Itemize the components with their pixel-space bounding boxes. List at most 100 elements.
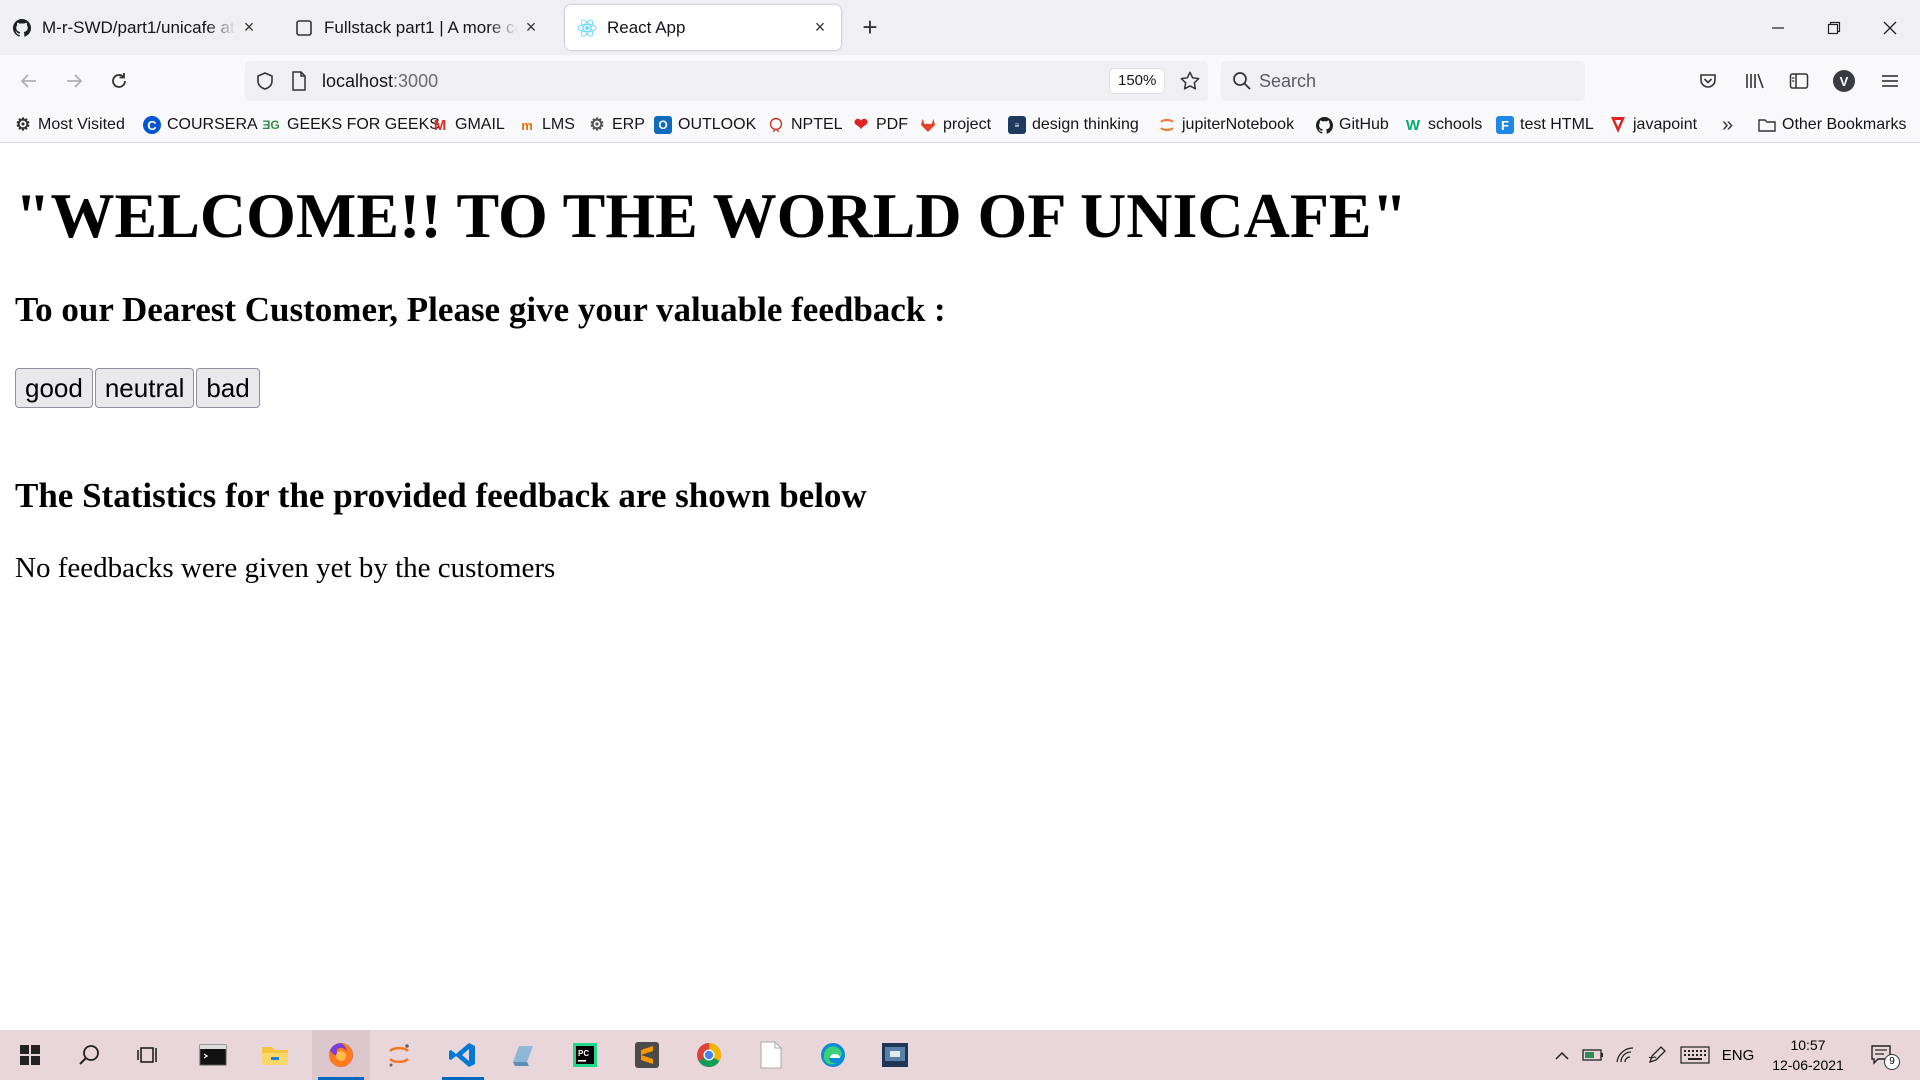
html-test-icon: F <box>1496 116 1514 134</box>
menu-icon[interactable] <box>1872 63 1908 99</box>
new-tab-button[interactable]: + <box>854 12 886 44</box>
tab-strip: M-r-SWD/part1/unicafe at main × Fullstac… <box>0 0 1920 55</box>
page-icon <box>294 18 314 38</box>
tab-label: Fullstack part1 | A more complex state <box>324 17 518 37</box>
bookmark-label: OUTLOOK <box>678 116 757 133</box>
bookmark-test-html[interactable]: F test HTML <box>1496 113 1594 137</box>
jupyter-icon <box>1158 116 1176 134</box>
tab-github[interactable]: M-r-SWD/part1/unicafe at main × <box>0 5 270 50</box>
tab-react-app[interactable]: React App × <box>565 5 841 50</box>
close-tab-icon[interactable]: × <box>522 17 540 38</box>
github-icon <box>12 18 32 38</box>
bookmark-label: NPTEL <box>791 116 843 133</box>
bookmark-javapoint[interactable]: javapoint <box>1609 113 1697 137</box>
bookmark-label: test HTML <box>1520 116 1594 133</box>
vscode-icon[interactable] <box>436 1030 490 1080</box>
bookmark-label: javapoint <box>1633 116 1698 133</box>
coursera-icon: C <box>143 116 161 134</box>
avatar-initial: V <box>1833 70 1855 92</box>
bookmark-design-thinking[interactable]: ≡ design thinking <box>1008 113 1139 137</box>
start-icon[interactable] <box>5 1030 55 1080</box>
bookmarks-overflow-button[interactable]: » <box>1722 113 1733 137</box>
pen-icon[interactable] <box>1644 1030 1670 1080</box>
bookmark-nptel[interactable]: NPTEL <box>767 113 843 137</box>
search-icon[interactable] <box>65 1030 115 1080</box>
bookmark-project[interactable]: project <box>919 113 991 137</box>
back-button[interactable] <box>11 63 47 99</box>
app-icon[interactable] <box>870 1030 920 1080</box>
app-icon[interactable] <box>498 1030 548 1080</box>
tab-fullstack[interactable]: Fullstack part1 | A more complex state × <box>282 5 552 50</box>
edge-icon[interactable] <box>808 1030 858 1080</box>
url-text[interactable]: localhost:3000 <box>322 71 438 92</box>
lms-icon: m <box>521 117 533 133</box>
bookmark-label: Most Visited <box>38 116 125 133</box>
language-indicator[interactable]: ENG <box>1718 1030 1758 1080</box>
statistics-heading: The Statistics for the provided feedback… <box>15 476 867 515</box>
jupyter-icon[interactable] <box>374 1030 424 1080</box>
task-view-icon[interactable] <box>124 1030 174 1080</box>
bookmark-jupiter-notebook[interactable]: jupiterNotebook <box>1158 113 1294 137</box>
bookmark-erp[interactable]: ⚙ ERP <box>588 113 645 137</box>
w3schools-icon: W <box>1405 116 1421 134</box>
close-tab-icon[interactable]: × <box>811 17 829 38</box>
address-bar[interactable]: localhost:3000 150% <box>245 61 1208 101</box>
close-tab-icon[interactable]: × <box>240 17 258 38</box>
pycharm-icon[interactable]: PC <box>560 1030 610 1080</box>
reload-button[interactable] <box>101 63 137 99</box>
restore-button[interactable] <box>1806 0 1862 55</box>
battery-icon[interactable] <box>1580 1030 1606 1080</box>
terminal-icon[interactable] <box>188 1030 238 1080</box>
bookmark-label: project <box>943 116 992 133</box>
firefox-icon[interactable] <box>312 1030 370 1080</box>
search-icon <box>1232 71 1252 96</box>
sidebar-icon[interactable] <box>1781 63 1817 99</box>
bookmark-label: ERP <box>612 116 645 133</box>
neutral-button[interactable]: neutral <box>94 368 195 408</box>
bookmark-lms[interactable]: m LMS <box>518 113 575 137</box>
search-placeholder: Search <box>1259 71 1317 91</box>
tracking-shield-icon[interactable] <box>255 71 275 96</box>
keyboard-icon[interactable] <box>1678 1030 1712 1080</box>
chrome-icon[interactable] <box>684 1030 734 1080</box>
forward-button[interactable] <box>56 63 92 99</box>
tab-label: React App <box>607 17 686 37</box>
bookmark-star-icon[interactable] <box>1179 70 1201 97</box>
wifi-icon[interactable] <box>1612 1030 1638 1080</box>
search-bar[interactable]: Search <box>1221 61 1585 101</box>
close-window-button[interactable] <box>1862 0 1918 55</box>
bookmark-pdf[interactable]: ❤ PDF <box>852 113 908 137</box>
bookmark-geeks-for-geeks[interactable]: ƎG GEEKS FOR GEEKS <box>261 113 440 137</box>
gfg-icon: ƎG <box>262 118 280 132</box>
chevron-up-icon[interactable] <box>1550 1030 1574 1080</box>
clock-time: 10:57 <box>1790 1037 1826 1053</box>
pocket-icon[interactable] <box>1690 63 1726 99</box>
library-icon[interactable] <box>1737 63 1773 99</box>
bookmark-coursera[interactable]: C COURSERA <box>143 113 258 137</box>
good-button[interactable]: good <box>15 368 93 408</box>
notification-center-icon[interactable]: 9 <box>1862 1030 1902 1080</box>
bookmark-outlook[interactable]: O OUTLOOK <box>654 113 756 137</box>
bookmark-gmail[interactable]: M GMAIL <box>431 113 505 137</box>
bookmark-label: GEEKS FOR GEEKS <box>287 116 440 133</box>
bookmark-schools[interactable]: W schools <box>1404 113 1482 137</box>
profile-avatar[interactable]: V <box>1826 63 1862 99</box>
sublime-text-icon[interactable] <box>622 1030 672 1080</box>
page-info-icon[interactable] <box>290 71 308 96</box>
blank-file-icon[interactable] <box>746 1030 796 1080</box>
github-icon <box>1315 116 1333 134</box>
bookmark-label: LMS <box>542 116 575 133</box>
system-clock[interactable]: 10:57 12-06-2021 <box>1760 1035 1856 1075</box>
bookmark-github[interactable]: GitHub <box>1315 113 1389 137</box>
feedback-prompt: To our Dearest Customer, Please give you… <box>15 290 946 329</box>
gitlab-icon <box>919 116 937 134</box>
bookmark-most-visited[interactable]: ⚙ Most Visited <box>14 113 125 137</box>
no-feedback-message: No feedbacks were given yet by the custo… <box>15 552 556 584</box>
file-explorer-icon[interactable] <box>250 1030 300 1080</box>
gmail-icon: M <box>433 116 447 134</box>
other-bookmarks-folder[interactable]: Other Bookmarks <box>1758 113 1906 137</box>
bookmark-label: schools <box>1428 116 1483 133</box>
zoom-level-button[interactable]: 150% <box>1110 69 1165 93</box>
bad-button[interactable]: bad <box>196 368 260 408</box>
minimize-button[interactable] <box>1750 0 1806 55</box>
